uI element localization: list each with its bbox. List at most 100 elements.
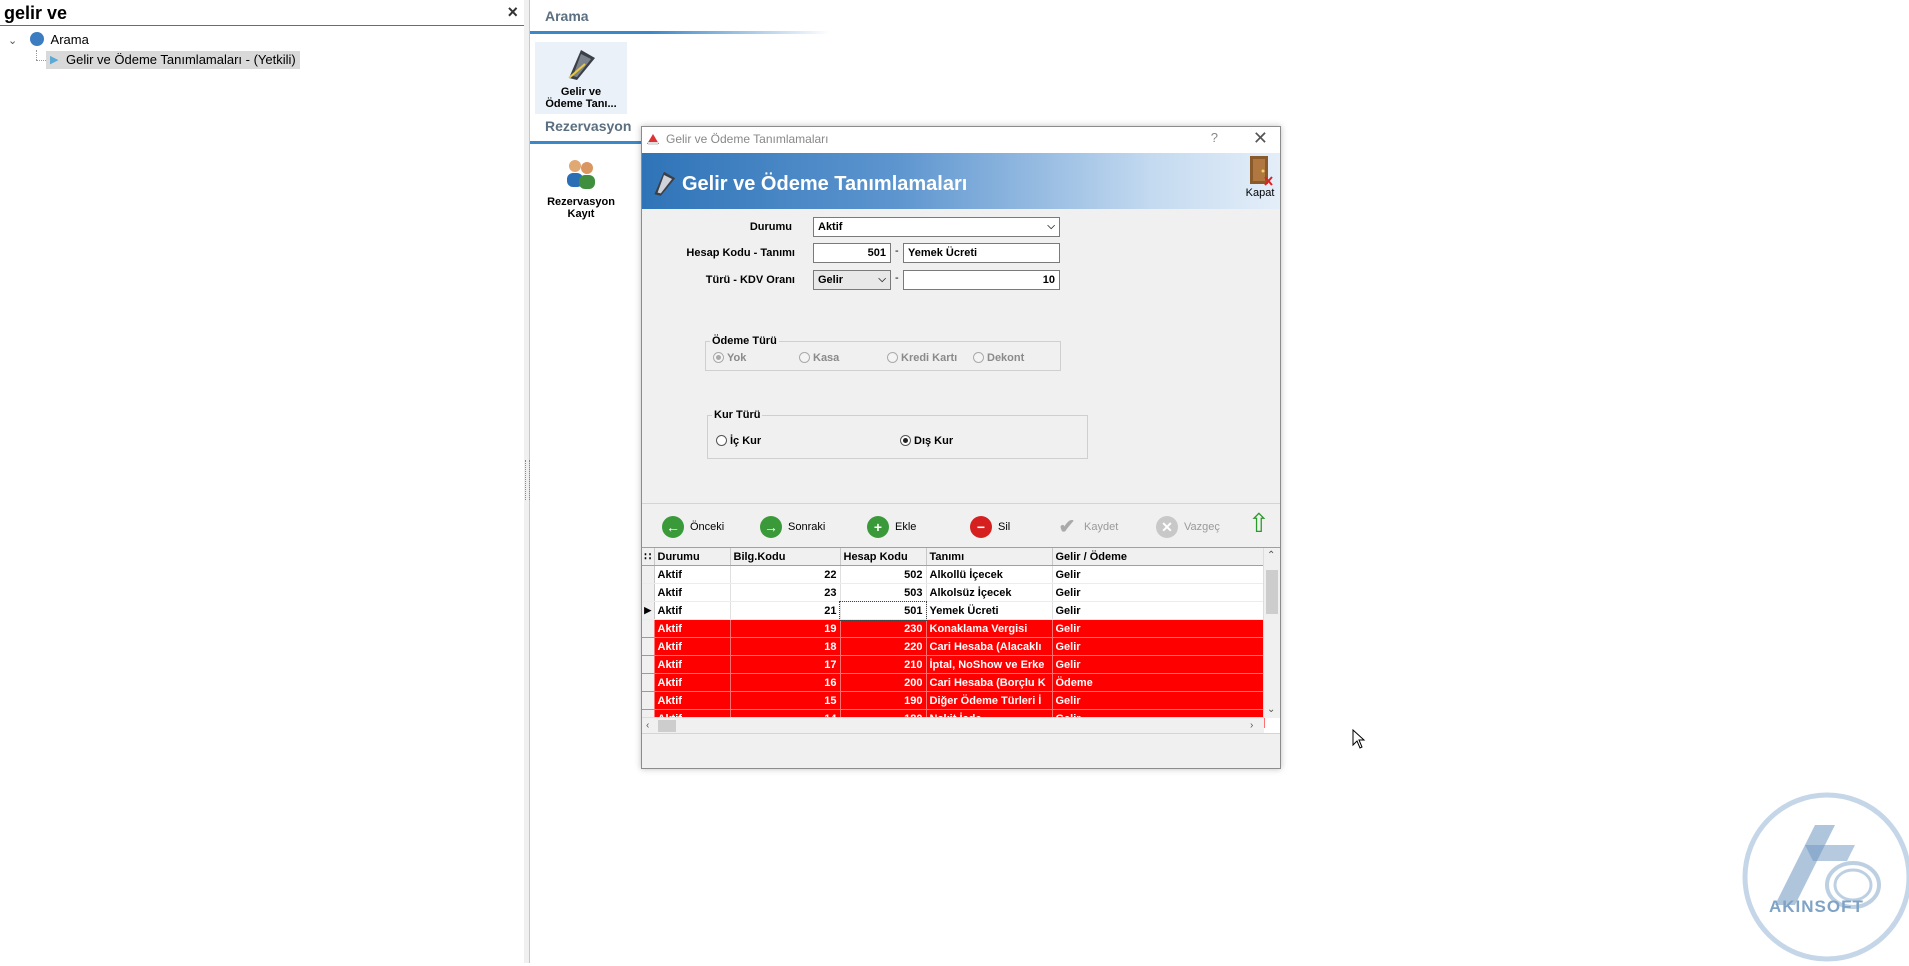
button-label: Kaydet (1084, 521, 1119, 533)
hesap-label: Hesap Kodu - Tanımı (686, 247, 795, 259)
cell-durumu[interactable]: Aktif (654, 619, 731, 638)
turu-label: Türü - KDV Oranı (705, 274, 795, 286)
dialog-titlebar[interactable]: Gelir ve Ödeme Tanımlamaları ? ✕ (642, 127, 1280, 153)
cell-hesap-kodu[interactable]: 502 (840, 565, 927, 584)
ekle-button[interactable]: + Ekle (867, 514, 916, 540)
grid-corner[interactable]: ∷ (642, 548, 655, 566)
hesap-kodu-input[interactable]: 501 (813, 243, 891, 263)
help-button[interactable]: ? (1211, 130, 1218, 145)
chevron-left-icon[interactable]: ‹ (646, 720, 649, 731)
cell-hesap-kodu[interactable]: 501 (839, 600, 927, 621)
kapat-label: Kapat (1245, 187, 1275, 199)
vertical-scrollbar[interactable]: ⌃ ⌄ (1263, 548, 1280, 718)
kdv-orani-input[interactable]: 10 (903, 270, 1060, 290)
chevron-down-icon[interactable]: ⌄ (8, 32, 20, 50)
cell-bilg-kodu[interactable]: 22 (730, 565, 841, 584)
sonraki-button[interactable]: → Sonraki (760, 514, 825, 540)
cell-tanimi[interactable]: İptal, NoShow ve Erke (926, 655, 1053, 674)
radio-kasa[interactable]: Kasa (799, 351, 839, 365)
tree-node-gelir-odeme[interactable]: ▶ Gelir ve Ödeme Tanımlamaları - (Yetkil… (46, 51, 300, 69)
cell-bilg-kodu[interactable]: 17 (730, 655, 841, 674)
sil-button[interactable]: − Sil (970, 514, 1010, 540)
kapat-button[interactable]: Kapat (1242, 155, 1278, 207)
table-row[interactable]: Aktif 17 210 İptal, NoShow ve Erke Gelir (642, 655, 1265, 674)
cell-bilg-kodu[interactable]: 18 (730, 637, 841, 656)
tile-gelir-odeme[interactable]: Gelir ve Ödeme Tanı... (535, 42, 627, 114)
cell-gelir-odeme[interactable]: Gelir (1052, 619, 1265, 638)
arrow-up-icon: ⇧ (1248, 508, 1270, 538)
cell-hesap-kodu[interactable]: 220 (840, 637, 927, 656)
radio-ic-kur[interactable]: İç Kur (716, 434, 761, 448)
cell-hesap-kodu[interactable]: 230 (840, 619, 927, 638)
cell-bilg-kodu[interactable]: 15 (730, 691, 841, 710)
table-row[interactable]: ▶ Aktif 21 501 Yemek Ücreti Gelir (642, 600, 1265, 621)
chevron-down-icon[interactable]: ⌄ (1267, 704, 1275, 715)
cell-durumu[interactable]: Aktif (654, 583, 731, 602)
table-row[interactable]: Aktif 18 220 Cari Hesaba (Alacaklı Gelir (642, 637, 1265, 656)
radio-kredi-karti[interactable]: Kredi Kartı (887, 351, 957, 365)
cell-bilg-kodu[interactable]: 19 (730, 619, 841, 638)
turu-select[interactable]: Gelir ⌵ (813, 270, 891, 290)
chevron-up-icon[interactable]: ⌃ (1267, 550, 1275, 561)
splitter-grip[interactable] (525, 460, 530, 500)
tree-node-arama[interactable]: ⌄ Arama (8, 31, 89, 49)
cell-bilg-kodu[interactable]: 23 (730, 583, 841, 602)
cell-hesap-kodu[interactable]: 190 (840, 691, 927, 710)
cell-bilg-kodu[interactable]: 21 (730, 601, 841, 620)
cell-gelir-odeme[interactable]: Gelir (1052, 583, 1265, 602)
chevron-right-icon[interactable]: › (1250, 720, 1253, 731)
button-label: Sil (998, 521, 1011, 533)
cell-tanimi[interactable]: Cari Hesaba (Alacaklı (926, 637, 1053, 656)
search-box: × (0, 0, 524, 26)
scroll-top-button[interactable]: ⇧ (1248, 510, 1270, 536)
horizontal-scrollbar[interactable]: ‹ › (642, 717, 1264, 734)
cell-tanimi[interactable]: Alkolsüz İçecek (926, 583, 1053, 602)
table-row[interactable]: Aktif 19 230 Konaklama Vergisi Gelir (642, 619, 1265, 638)
radio-dekont[interactable]: Dekont (973, 351, 1024, 365)
cell-gelir-odeme[interactable]: Gelir (1052, 565, 1265, 584)
cell-gelir-odeme[interactable]: Gelir (1052, 691, 1265, 710)
cell-durumu[interactable]: Aktif (654, 673, 731, 692)
cell-tanimi[interactable]: Konaklama Vergisi (926, 619, 1053, 638)
cell-hesap-kodu[interactable]: 503 (840, 583, 927, 602)
cell-tanimi[interactable]: Diğer Ödeme Türleri İ (926, 691, 1053, 710)
cell-tanimi[interactable]: Alkollü İçecek (926, 565, 1053, 584)
search-input[interactable] (4, 2, 484, 24)
column-header[interactable]: Hesap Kodu (840, 548, 927, 566)
cell-gelir-odeme[interactable]: Gelir (1052, 655, 1265, 674)
cell-gelir-odeme[interactable]: Gelir (1052, 601, 1265, 620)
cell-durumu[interactable]: Aktif (654, 691, 731, 710)
table-row[interactable]: Aktif 23 503 Alkolsüz İçecek Gelir (642, 583, 1265, 602)
scroll-thumb[interactable] (1266, 570, 1278, 614)
cell-durumu[interactable]: Aktif (654, 637, 731, 656)
onceki-button[interactable]: ← Önceki (662, 514, 724, 540)
cell-bilg-kodu[interactable]: 16 (730, 673, 841, 692)
cell-durumu[interactable]: Aktif (654, 655, 731, 674)
cell-tanimi[interactable]: Cari Hesaba (Borçlu K (926, 673, 1053, 692)
scroll-thumb[interactable] (658, 720, 676, 732)
column-header[interactable]: Bilg.Kodu (730, 548, 841, 566)
radio-dot (799, 352, 810, 363)
cell-hesap-kodu[interactable]: 210 (840, 655, 927, 674)
table-row[interactable]: Aktif 22 502 Alkollü İçecek Gelir (642, 565, 1265, 584)
tile-rezervasyon-kayit[interactable]: Rezervasyon Kayıt (535, 152, 627, 224)
hesap-tanimi-input[interactable]: Yemek Ücreti (903, 243, 1060, 263)
clear-search-icon[interactable]: × (507, 2, 518, 23)
close-button[interactable]: ✕ (1253, 128, 1268, 149)
kaydet-button[interactable]: ✔ Kaydet (1056, 514, 1119, 540)
cell-durumu[interactable]: Aktif (654, 565, 731, 584)
radio-dis-kur[interactable]: Dış Kur (900, 434, 953, 448)
column-header[interactable]: Durumu (654, 548, 731, 566)
cell-durumu[interactable]: Aktif (654, 601, 731, 620)
radio-yok[interactable]: Yok (713, 351, 746, 365)
durumu-select[interactable]: Aktif ⌵ (813, 217, 1060, 237)
cell-hesap-kodu[interactable]: 200 (840, 673, 927, 692)
column-header[interactable]: Tanımı (926, 548, 1053, 566)
table-row[interactable]: Aktif 16 200 Cari Hesaba (Borçlu K Ödeme (642, 673, 1265, 692)
vazgec-button[interactable]: ✕ Vazgeç (1156, 514, 1220, 540)
cell-gelir-odeme[interactable]: Ödeme (1052, 673, 1265, 692)
table-row[interactable]: Aktif 15 190 Diğer Ödeme Türleri İ Gelir (642, 691, 1265, 710)
cell-gelir-odeme[interactable]: Gelir (1052, 637, 1265, 656)
cell-tanimi[interactable]: Yemek Ücreti (926, 601, 1053, 620)
column-header[interactable]: Gelir / Ödeme (1052, 548, 1265, 566)
